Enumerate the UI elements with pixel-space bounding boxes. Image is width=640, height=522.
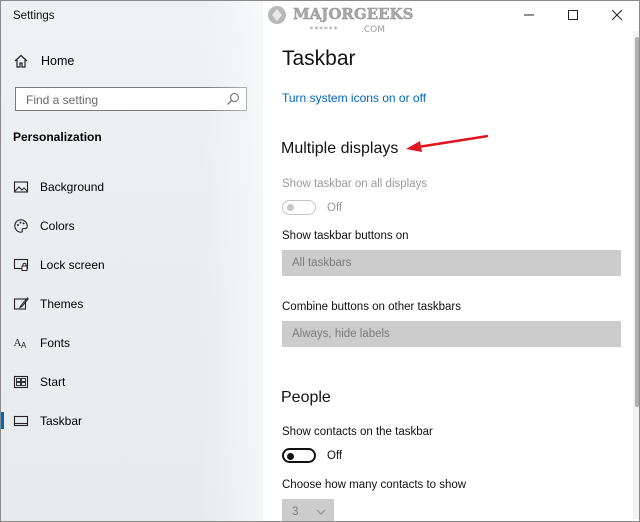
search-box[interactable] — [15, 87, 247, 111]
show-contacts-state: Off — [327, 450, 343, 462]
watermark-brand: MAJORGEEKS — [293, 5, 413, 23]
sidebar: Settings Home Personalization Background — [1, 1, 263, 521]
majorgeeks-watermark: MAJORGEEKS ****** .COM — [268, 5, 413, 35]
show-contacts-label: Show contacts on the taskbar — [282, 426, 433, 438]
show-taskbar-all-displays-state: Off — [327, 202, 343, 214]
home-icon — [13, 53, 29, 69]
show-contacts-toggle[interactable] — [282, 448, 316, 463]
search-input[interactable] — [24, 89, 228, 111]
start-icon — [13, 374, 29, 390]
taskbar-buttons-on-dropdown[interactable]: All taskbars — [282, 250, 621, 276]
sidebar-item-start[interactable]: Start — [1, 362, 263, 401]
contacts-count-label: Choose how many contacts to show — [282, 479, 467, 491]
sidebar-item-label: Background — [40, 179, 105, 194]
toggle-knob — [287, 204, 294, 211]
sidebar-item-colors[interactable]: Colors — [1, 206, 263, 245]
show-taskbar-all-displays-toggle[interactable] — [282, 200, 316, 215]
sidebar-nav: Background Colors Lock screen Themes A A… — [1, 167, 263, 440]
image-icon — [13, 179, 29, 195]
sidebar-item-taskbar[interactable]: Taskbar — [1, 401, 263, 440]
chevron-down-icon — [316, 509, 326, 515]
window-title: Settings — [13, 10, 55, 22]
combine-buttons-dropdown[interactable]: Always, hide labels — [282, 321, 621, 347]
sidebar-item-label: Taskbar — [40, 413, 83, 428]
lock-screen-icon — [13, 257, 29, 273]
combine-buttons-label: Combine buttons on other taskbars — [282, 301, 461, 313]
window-controls — [507, 1, 639, 29]
sidebar-item-label: Start — [40, 374, 66, 389]
sidebar-item-label: Fonts — [40, 335, 71, 350]
themes-icon — [13, 296, 29, 312]
system-icons-link[interactable]: Turn system icons on or off — [282, 91, 426, 105]
fonts-icon: AA — [13, 335, 29, 351]
home-nav-item[interactable]: Home — [13, 53, 74, 69]
sidebar-item-label: Themes — [40, 296, 84, 311]
sidebar-item-label: Lock screen — [40, 257, 105, 272]
annotation-arrow — [406, 134, 489, 152]
people-heading: People — [281, 389, 331, 406]
maximize-button[interactable] — [551, 1, 595, 29]
svg-text:A: A — [21, 341, 27, 350]
taskbar-buttons-on-label: Show taskbar buttons on — [282, 230, 409, 242]
minimize-icon — [524, 14, 534, 16]
home-label: Home — [41, 54, 75, 68]
palette-icon — [13, 218, 29, 234]
sidebar-item-themes[interactable]: Themes — [1, 284, 263, 323]
taskbar-icon — [13, 413, 29, 429]
maximize-icon — [568, 10, 578, 20]
sidebar-item-fonts[interactable]: AA Fonts — [1, 323, 263, 362]
multiple-displays-heading: Multiple displays — [281, 140, 399, 157]
search-icon[interactable] — [226, 92, 240, 106]
watermark-domain: .COM — [361, 25, 385, 35]
close-icon — [612, 10, 622, 20]
sidebar-item-background[interactable]: Background — [1, 167, 263, 206]
show-taskbar-all-displays-label: Show taskbar on all displays — [282, 178, 428, 190]
scrollbar-thumb[interactable] — [635, 37, 639, 407]
page-title: Taskbar — [282, 47, 356, 70]
contacts-count-dropdown[interactable]: 3 — [282, 499, 334, 521]
watermark-stars: ****** — [309, 25, 338, 34]
settings-window: Settings Home Personalization Background — [0, 0, 640, 522]
sidebar-item-lock-screen[interactable]: Lock screen — [1, 245, 263, 284]
section-title: Personalization — [13, 130, 102, 144]
main-panel: MAJORGEEKS ****** .COM Taskbar Turn syst… — [263, 1, 639, 521]
toggle-knob — [287, 452, 294, 460]
sidebar-item-label: Colors — [40, 218, 75, 233]
close-button[interactable] — [595, 1, 639, 29]
minimize-button[interactable] — [507, 1, 551, 29]
contacts-count-value: 3 — [292, 506, 299, 518]
